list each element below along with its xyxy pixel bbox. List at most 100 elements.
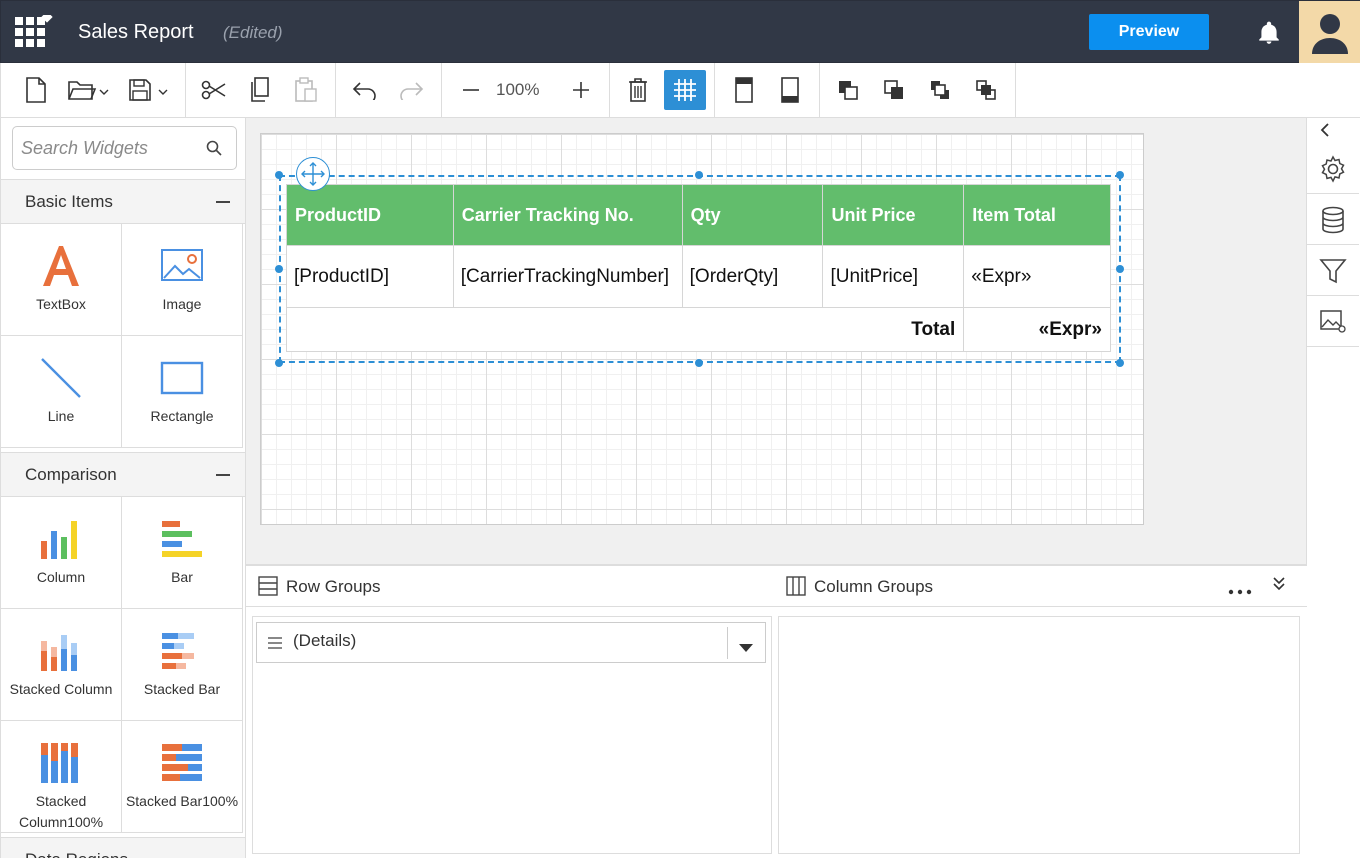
resize-handle[interactable] xyxy=(275,171,283,179)
widget-stacked-bar[interactable]: Stacked Bar xyxy=(122,609,243,721)
widget-textbox[interactable]: TextBox xyxy=(1,224,122,336)
resize-handle[interactable] xyxy=(695,171,703,179)
stacked-column-icon xyxy=(1,627,121,675)
open-folder-icon[interactable] xyxy=(65,70,113,110)
collapse-icon[interactable] xyxy=(216,201,230,203)
section-data-regions[interactable]: Data Regions xyxy=(1,837,245,858)
total-label-cell[interactable]: Total xyxy=(285,307,965,352)
cut-icon[interactable] xyxy=(197,70,231,110)
table-header-cell[interactable]: Item Total xyxy=(963,184,1111,246)
table-cell[interactable]: «Expr» xyxy=(963,245,1111,308)
chevron-left-icon[interactable] xyxy=(1307,118,1359,142)
preview-button[interactable]: Preview xyxy=(1089,14,1209,50)
image-icon xyxy=(122,242,242,290)
new-file-icon[interactable] xyxy=(21,70,51,110)
table-cell[interactable]: [ProductID] xyxy=(286,245,454,308)
row-groups-icon xyxy=(258,576,278,601)
search-widgets-box[interactable] xyxy=(12,126,237,170)
search-widgets-input[interactable] xyxy=(21,135,191,161)
section-title: Comparison xyxy=(25,465,117,484)
drag-handle-icon[interactable] xyxy=(267,636,283,655)
widget-bar-chart[interactable]: Bar xyxy=(122,497,243,609)
settings-gear-icon[interactable] xyxy=(1307,144,1359,194)
page-footer-icon[interactable] xyxy=(775,70,805,110)
table-cell[interactable]: [CarrierTrackingNumber] xyxy=(452,245,683,308)
table-header-cell[interactable]: Carrier Tracking No. xyxy=(452,184,683,246)
collapse-panel-icon[interactable] xyxy=(1272,576,1286,597)
widget-stacked-column[interactable]: Stacked Column xyxy=(1,609,122,721)
zoom-level[interactable]: 100% xyxy=(496,80,539,100)
rectangle-icon xyxy=(122,354,242,402)
widget-stacked-column-100[interactable]: Stacked Column100% xyxy=(1,721,122,833)
app-header: Sales Report (Edited) Preview xyxy=(0,0,1360,64)
user-avatar[interactable] xyxy=(1299,1,1360,64)
line-icon xyxy=(1,354,121,402)
filter-icon[interactable] xyxy=(1307,246,1359,296)
widget-label: TextBox xyxy=(36,296,86,312)
grouping-panel: Row Groups Column Groups (Details) xyxy=(246,564,1307,858)
stacked-column-100-icon xyxy=(1,739,121,787)
widget-label: Column xyxy=(36,569,86,585)
edited-status: (Edited) xyxy=(223,23,283,42)
widget-label: Rectangle xyxy=(150,408,214,424)
bar-chart-icon xyxy=(122,515,242,563)
table-header-row: ProductID Carrier Tracking No. Qty Unit … xyxy=(286,184,1111,246)
send-to-back-icon[interactable] xyxy=(971,70,1001,110)
widget-label: Stacked Column xyxy=(9,681,113,697)
column-groups-icon xyxy=(786,576,806,601)
widget-label: Bar xyxy=(171,569,193,585)
widget-image[interactable]: Image xyxy=(122,224,243,336)
widget-label: Stacked Column100% xyxy=(18,793,104,830)
redo-icon xyxy=(395,70,427,110)
bring-to-front-icon[interactable] xyxy=(925,70,955,110)
save-icon[interactable] xyxy=(127,70,173,110)
report-table[interactable]: ProductID Carrier Tracking No. Qty Unit … xyxy=(285,184,1111,352)
grid-toggle-icon[interactable] xyxy=(664,70,706,110)
resize-handle[interactable] xyxy=(695,359,703,367)
row-groups-label: Row Groups xyxy=(286,577,381,596)
page-header-icon[interactable] xyxy=(729,70,759,110)
delete-icon[interactable] xyxy=(623,70,653,110)
widget-line[interactable]: Line xyxy=(1,336,122,448)
section-title: Data Regions xyxy=(25,850,128,858)
notification-bell-icon[interactable] xyxy=(1256,20,1282,46)
collapse-icon[interactable] xyxy=(216,474,230,476)
apps-grid-icon[interactable] xyxy=(15,11,53,53)
widget-column-chart[interactable]: Column xyxy=(1,497,122,609)
resize-handle[interactable] xyxy=(1116,359,1124,367)
dropdown-arrow-icon[interactable] xyxy=(739,639,753,657)
resize-handle[interactable] xyxy=(1116,265,1124,273)
details-group-row[interactable]: (Details) xyxy=(256,622,766,663)
textbox-icon xyxy=(1,242,121,290)
copy-icon[interactable] xyxy=(245,70,275,110)
undo-icon[interactable] xyxy=(349,70,381,110)
table-header-cell[interactable]: ProductID xyxy=(286,184,454,246)
zoom-out-icon[interactable] xyxy=(457,70,485,110)
resize-handle[interactable] xyxy=(275,359,283,367)
stacked-bar-100-icon xyxy=(122,739,242,787)
section-comparison[interactable]: Comparison xyxy=(1,452,245,497)
widget-stacked-bar-100[interactable]: Stacked Bar100% xyxy=(122,721,243,833)
zoom-in-icon[interactable] xyxy=(567,70,595,110)
widget-panel: Basic Items TextBox Image Line Rectangle… xyxy=(0,118,246,858)
column-groups-label: Column Groups xyxy=(814,577,934,596)
move-handle-icon[interactable] xyxy=(296,157,330,191)
widget-label: Image xyxy=(162,296,202,312)
resize-handle[interactable] xyxy=(275,265,283,273)
send-backward-icon[interactable] xyxy=(879,70,909,110)
data-source-icon[interactable] xyxy=(1307,195,1359,245)
table-header-cell[interactable]: Qty xyxy=(681,184,824,246)
more-options-icon[interactable] xyxy=(1228,582,1252,600)
bring-forward-icon[interactable] xyxy=(833,70,863,110)
section-basic-items[interactable]: Basic Items xyxy=(1,179,245,224)
search-icon[interactable] xyxy=(206,140,222,161)
table-header-cell[interactable]: Unit Price xyxy=(822,184,965,246)
widget-rectangle[interactable]: Rectangle xyxy=(122,336,243,448)
report-title: Sales Report xyxy=(78,21,194,43)
table-cell[interactable]: [UnitPrice] xyxy=(822,245,965,308)
table-cell[interactable]: [OrderQty] xyxy=(681,245,824,308)
resize-handle[interactable] xyxy=(1116,171,1124,179)
total-value-cell[interactable]: «Expr» xyxy=(963,307,1111,352)
table-row: [ProductID] [CarrierTrackingNumber] [Ord… xyxy=(286,245,1111,308)
image-manager-icon[interactable] xyxy=(1307,297,1359,347)
